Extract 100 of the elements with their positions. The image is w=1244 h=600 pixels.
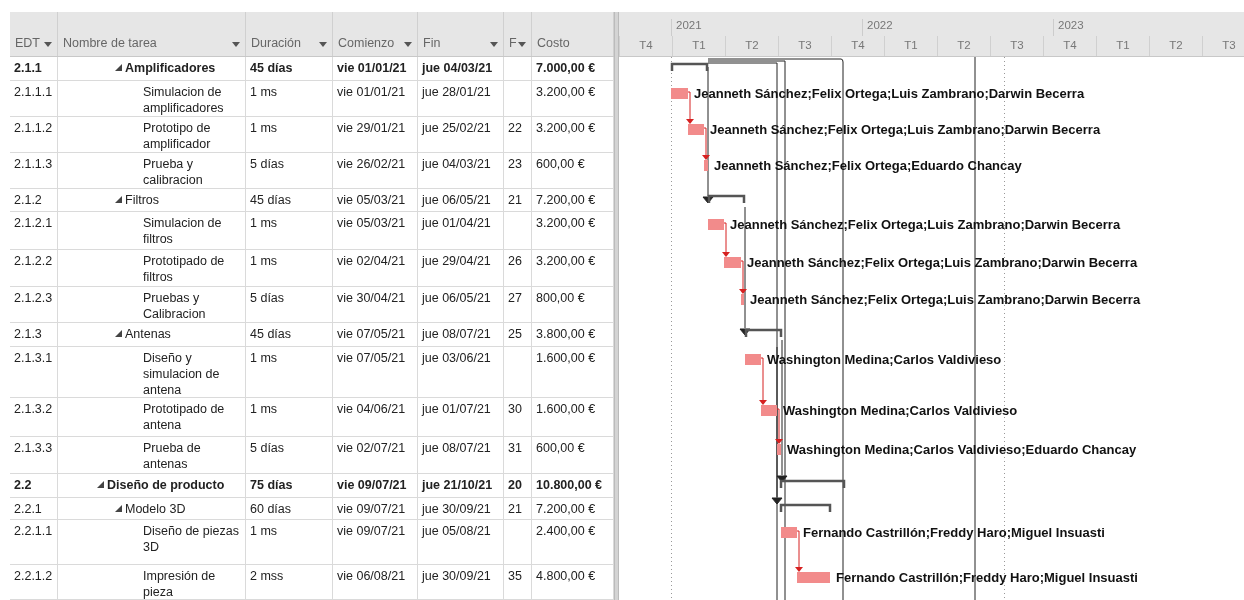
wbs-cell: 2.1.2.2	[14, 254, 53, 268]
dropdown-icon[interactable]	[404, 42, 412, 47]
year-label: 2022	[862, 19, 1053, 36]
wbs-cell: 2.1.3.1	[14, 351, 53, 365]
dependency-arrow	[686, 91, 694, 124]
task-name: Modelo 3D	[125, 501, 186, 517]
resource-label: Jeanneth Sánchez;Felix Ortega;Luis Zambrano;Darwin Becerra	[694, 86, 1085, 101]
cost-cell: 7.200,00 €	[536, 502, 596, 516]
cost-cell: 3.200,00 €	[536, 216, 596, 230]
column-header[interactable]: Duración	[246, 12, 333, 56]
task-name: Pruebas y Calibracion	[143, 290, 207, 322]
dropdown-icon[interactable]	[232, 42, 240, 47]
wbs-cell: 2.2.1.1	[14, 524, 53, 538]
quarter-label: T1	[672, 36, 725, 56]
task-name: Diseño y simulacion de antena	[143, 350, 221, 397]
predecessor-cell: 23	[508, 157, 522, 171]
duration-cell: 75 días	[250, 478, 293, 492]
dropdown-icon[interactable]	[44, 42, 52, 47]
start-cell: vie 01/01/21	[337, 85, 406, 99]
dependency-arrow	[722, 222, 730, 257]
task-name: Prueba y calibracion	[143, 156, 204, 188]
start-cell: vie 06/08/21	[337, 569, 406, 583]
start-cell: vie 09/07/21	[337, 524, 406, 538]
summary-bar	[744, 328, 783, 337]
predecessor-cell: 30	[508, 402, 522, 416]
resource-label: Fernando Castrillón;Freddy Haro;Miguel Insuasti	[836, 570, 1138, 585]
duration-cell: 45 días	[250, 193, 291, 207]
cost-cell: 2.400,00 €	[536, 524, 596, 538]
finish-cell: jue 06/05/21	[422, 291, 491, 305]
task-name: Diseño de piezas 3D	[143, 523, 240, 555]
finish-cell: jue 08/07/21	[422, 441, 491, 455]
column-header[interactable]: F	[504, 12, 532, 56]
predecessor-cell: 27	[508, 291, 522, 305]
cost-cell: 10.800,00 €	[536, 478, 603, 492]
start-cell: vie 05/03/21	[337, 193, 406, 207]
quarter-label: T1	[884, 36, 937, 56]
start-cell: vie 07/05/21	[337, 351, 406, 365]
resource-label: Washington Medina;Carlos Valdivieso	[783, 403, 1018, 418]
resource-label: Fernando Castrillón;Freddy Haro;Miguel Insuasti	[803, 525, 1105, 540]
collapse-icon[interactable]	[97, 481, 104, 488]
cost-cell: 3.200,00 €	[536, 85, 596, 99]
quarter-label: T2	[1149, 36, 1202, 56]
column-header[interactable]: Nombre de tarea	[58, 12, 246, 56]
quarter-label: T4	[1043, 36, 1096, 56]
finish-cell: jue 21/10/21	[422, 478, 493, 492]
dependency-arrow	[739, 260, 747, 294]
collapse-icon[interactable]	[115, 330, 122, 337]
year-label: 2023	[1053, 19, 1244, 36]
column-header[interactable]: EDT	[10, 12, 58, 56]
finish-cell: jue 06/05/21	[422, 193, 491, 207]
task-name: Simulacion de filtros	[143, 215, 223, 247]
wbs-cell: 2.1.1	[14, 61, 42, 75]
task-name: Antenas	[125, 326, 171, 342]
quarter-label: T1	[1096, 36, 1149, 56]
predecessor-cell: 21	[508, 193, 522, 207]
finish-cell: jue 01/07/21	[422, 402, 491, 416]
predecessor-cell: 35	[508, 569, 522, 583]
start-cell: vie 30/04/21	[337, 291, 406, 305]
collapse-icon[interactable]	[115, 196, 122, 203]
finish-cell: jue 30/09/21	[422, 569, 491, 583]
task-name: Filtros	[125, 192, 160, 208]
duration-cell: 1 ms	[250, 402, 278, 416]
column-header[interactable]: Fin	[418, 12, 504, 56]
cost-cell: 3.200,00 €	[536, 254, 596, 268]
resource-label: Washington Medina;Carlos Valdivieso;Eduardo Chancay	[787, 442, 1137, 457]
start-cell: vie 05/03/21	[337, 216, 406, 230]
collapse-icon[interactable]	[115, 64, 122, 71]
wbs-cell: 2.2.1	[14, 502, 42, 516]
start-cell: vie 02/07/21	[337, 441, 406, 455]
column-header[interactable]: Comienzo	[333, 12, 418, 56]
cost-cell: 7.200,00 €	[536, 193, 596, 207]
start-cell: vie 29/01/21	[337, 121, 406, 135]
quarter-label: T2	[725, 36, 778, 56]
resource-label: Jeanneth Sánchez;Felix Ortega;Luis Zambrano;Darwin Becerra	[710, 122, 1101, 137]
cost-cell: 600,00 €	[536, 157, 585, 171]
collapse-icon[interactable]	[115, 505, 122, 512]
quarter-label: T3	[778, 36, 831, 56]
duration-cell: 5 días	[250, 157, 285, 171]
predecessor-cell: 26	[508, 254, 522, 268]
dropdown-icon[interactable]	[319, 42, 327, 47]
cost-cell: 3.800,00 €	[536, 327, 596, 341]
wbs-cell: 2.1.1.3	[14, 157, 53, 171]
finish-cell: jue 03/06/21	[422, 351, 491, 365]
finish-cell: jue 04/03/21	[422, 61, 493, 75]
dropdown-icon[interactable]	[518, 42, 526, 47]
resource-label: Jeanneth Sánchez;Felix Ortega;Luis Zambrano;Darwin Becerra	[730, 217, 1121, 232]
finish-cell: jue 08/07/21	[422, 327, 491, 341]
cost-cell: 1.600,00 €	[536, 351, 596, 365]
resource-label: Jeanneth Sánchez;Felix Ortega;Luis Zambrano;Darwin Becerra	[750, 292, 1141, 307]
dependency-arrow	[775, 408, 783, 444]
dropdown-icon[interactable]	[490, 42, 498, 47]
task-name: Diseño de producto	[107, 477, 225, 493]
duration-cell: 60 días	[250, 502, 291, 516]
quarter-label: T2	[937, 36, 990, 56]
start-cell: vie 02/04/21	[337, 254, 406, 268]
task-name: Amplificadores	[125, 60, 216, 76]
start-cell: vie 04/06/21	[337, 402, 406, 416]
duration-cell: 45 días	[250, 61, 293, 75]
wbs-cell: 2.2	[14, 478, 32, 492]
duration-cell: 1 ms	[250, 85, 278, 99]
